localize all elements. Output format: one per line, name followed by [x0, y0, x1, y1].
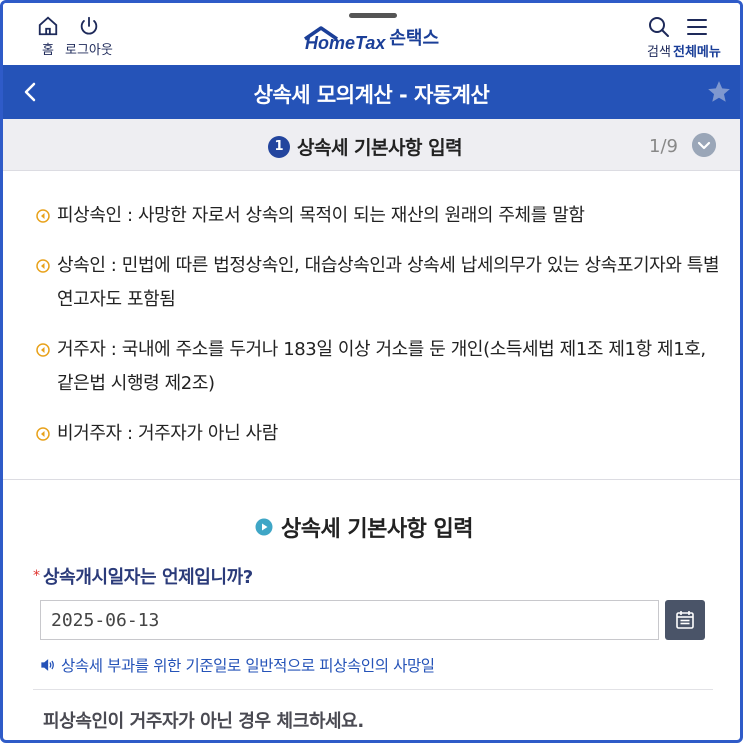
section-title: 상속세 기본사항 입력: [281, 517, 473, 542]
favorite-star-icon[interactable]: [706, 79, 732, 105]
step-heading: 1 상속세 기본사항 입력: [268, 133, 463, 160]
bullet-icon: [36, 209, 50, 223]
inheritance-date-input[interactable]: [40, 600, 659, 640]
definition-item: 거주자 : 국내에 주소를 두거나 183일 이상 거소를 둔 개인(소득세법 …: [33, 333, 723, 401]
all-menu-label: 전체메뉴: [673, 45, 721, 60]
field-divider: [33, 689, 713, 690]
calendar-icon: [676, 611, 694, 629]
play-circle-icon: [255, 518, 273, 536]
bullet-icon: [36, 343, 50, 357]
definition-text: 피상속인 : 사망한 자로서 상속의 목적이 되는 재산의 원래의 주체를 말함: [57, 205, 585, 226]
home-label: 홈: [42, 43, 54, 58]
search-icon: [649, 17, 669, 37]
date-hint: 상속세 부과를 위한 기준일로 일반적으로 피상속인의 사망일: [41, 654, 435, 676]
step-bar: 1 상속세 기본사항 입력 1/9: [3, 119, 740, 171]
app-frame: 홈 로그아웃 HomeTax 손택스 검색 전체메뉴 상속세 모의계산 - 자동…: [0, 0, 743, 743]
title-bar: 상속세 모의계산 - 자동계산: [3, 65, 740, 119]
section-divider: [3, 479, 740, 480]
section-heading: 상속세 기본사항 입력: [255, 511, 473, 543]
step-title: 상속세 기본사항 입력: [297, 137, 463, 159]
definition-list: 피상속인 : 사망한 자로서 상속의 목적이 되는 재산의 원래의 주체를 말함…: [33, 199, 723, 467]
all-menu-button[interactable]: 전체메뉴: [673, 15, 721, 60]
step-counter: 1/9: [649, 136, 678, 157]
step-number-badge: 1: [268, 135, 290, 158]
home-icon: [38, 16, 58, 36]
logout-label: 로그아웃: [65, 43, 113, 58]
logo-text-ko: 손택스: [389, 27, 440, 49]
definition-text: 상속인 : 민법에 따른 법정상속인, 대습상속인과 상속세 납세의무가 있는 …: [57, 255, 720, 310]
logout-button[interactable]: 로그아웃: [65, 15, 113, 58]
search-button[interactable]: 검색: [647, 15, 671, 60]
inheritance-date-question: * 상속개시일자는 언제입니까?: [33, 563, 253, 589]
power-icon: [80, 16, 98, 35]
definition-item: 피상속인 : 사망한 자로서 상속의 목적이 되는 재산의 원래의 주체를 말함: [33, 199, 723, 233]
non-resident-question: 피상속인이 거주자가 아닌 경우 체크하세요.: [43, 711, 364, 732]
bullet-icon: [36, 427, 50, 441]
logo-text-en: HomeTax: [305, 33, 386, 53]
calendar-button[interactable]: [665, 600, 705, 640]
hamburger-menu-icon: [686, 19, 707, 35]
question-label: 상속개시일자는 언제입니까?: [43, 567, 253, 588]
hint-text: 상속세 부과를 위한 기준일로 일반적으로 피상속인의 사망일: [61, 657, 435, 675]
hometax-logo[interactable]: HomeTax 손택스: [303, 19, 439, 54]
speaker-icon: [41, 659, 54, 671]
top-bar: 홈 로그아웃 HomeTax 손택스 검색 전체메뉴: [3, 3, 740, 65]
page-title: 상속세 모의계산 - 자동계산: [253, 83, 490, 107]
drag-handle[interactable]: [349, 13, 397, 18]
search-label: 검색: [647, 45, 671, 60]
definition-item: 상속인 : 민법에 따른 법정상속인, 대습상속인과 상속세 납세의무가 있는 …: [33, 249, 723, 317]
definition-text: 거주자 : 국내에 주소를 두거나 183일 이상 거소를 둔 개인(소득세법 …: [57, 339, 706, 394]
definition-item: 비거주자 : 거주자가 아닌 사람: [33, 417, 723, 451]
required-mark: *: [33, 568, 40, 584]
definition-text: 비거주자 : 거주자가 아닌 사람: [57, 423, 278, 444]
chevron-down-icon[interactable]: [692, 133, 716, 157]
bullet-icon: [36, 259, 50, 273]
home-button[interactable]: 홈: [37, 15, 59, 58]
